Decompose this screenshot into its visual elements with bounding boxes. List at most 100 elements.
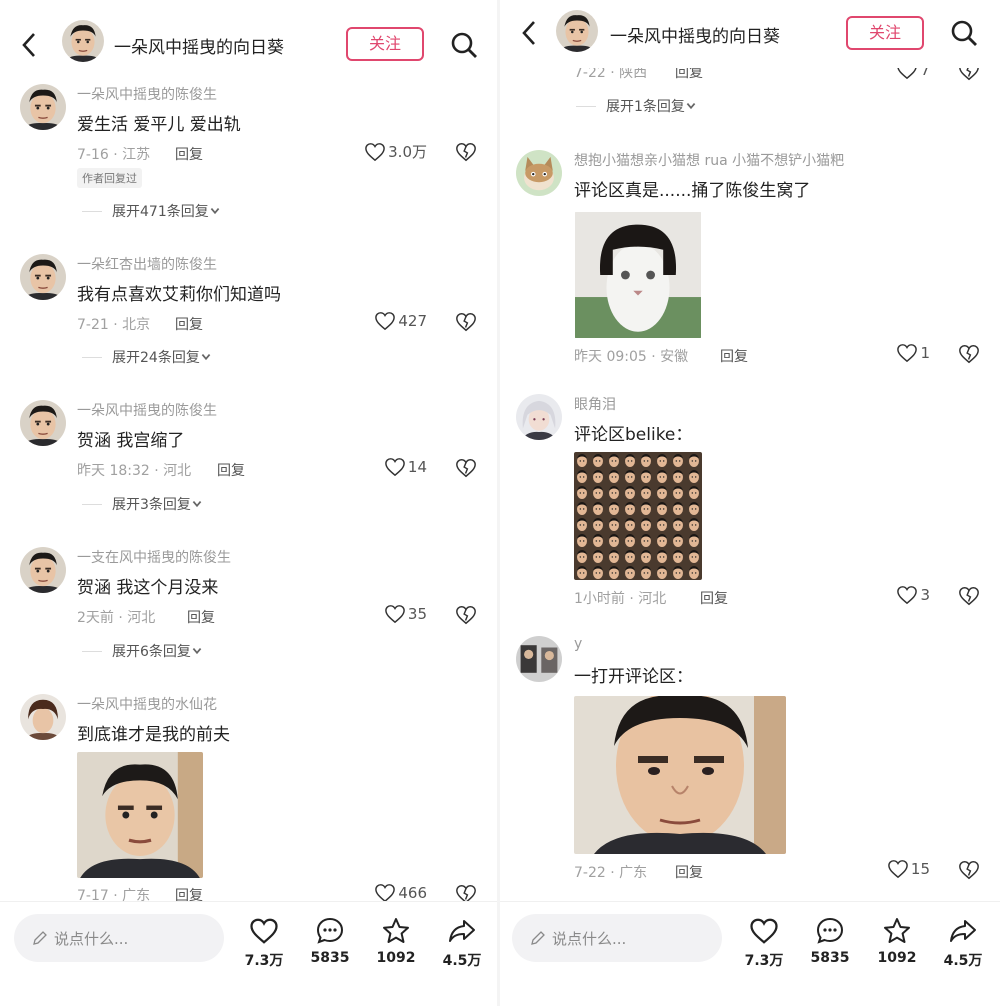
commenter-avatar[interactable]	[20, 694, 66, 740]
commenter-avatar[interactable]	[20, 547, 66, 593]
like-button[interactable]: 3.0万	[364, 141, 427, 162]
comment-text: 我有点喜欢艾莉你们知道吗	[77, 285, 281, 305]
comment-input-placeholder: 说点什么...	[552, 929, 627, 948]
expand-replies-label: 展开6条回复	[112, 644, 191, 660]
like-button[interactable]: 466	[374, 883, 427, 903]
author-name[interactable]: 一朵风中摇曳的向日葵	[114, 33, 284, 58]
commenter-name[interactable]: 眼角泪	[574, 394, 616, 414]
reply-button[interactable]: 回复	[720, 346, 748, 366]
like-button[interactable]: 35	[384, 604, 427, 624]
commenter-name[interactable]: 一朵风中摇曳的水仙花	[77, 694, 217, 714]
comment-image[interactable]	[574, 212, 702, 338]
dislike-icon[interactable]	[455, 457, 477, 479]
share-total: 4.5万	[943, 953, 983, 969]
like-action[interactable]: 7.3万	[234, 916, 294, 970]
comment-input[interactable]: 说点什么...	[14, 914, 224, 962]
commenter-name[interactable]: 一朵风中摇曳的陈俊生	[77, 84, 217, 104]
comment-total: 5835	[810, 950, 850, 966]
dislike-icon[interactable]	[455, 604, 477, 626]
commenter-name[interactable]: y	[574, 636, 582, 652]
comment-bubble-icon	[816, 917, 844, 944]
comment-bubble-icon	[316, 917, 344, 944]
author-name[interactable]: 一朵风中摇曳的向日葵	[610, 22, 780, 47]
comment-text: 爱生活 爱平儿 爱出轨	[77, 115, 241, 135]
expand-line	[82, 503, 102, 505]
like-button[interactable]: 14	[384, 457, 427, 477]
reply-button[interactable]: 回复	[187, 607, 215, 627]
heart-icon	[364, 142, 386, 162]
like-button[interactable]: 1	[896, 343, 930, 363]
like-button[interactable]: 427	[374, 311, 427, 331]
comment-image[interactable]	[574, 696, 786, 854]
search-icon[interactable]	[950, 18, 978, 48]
comment-input-placeholder: 说点什么...	[54, 929, 129, 948]
comment-action[interactable]: 5835	[800, 916, 860, 966]
share-action[interactable]: 4.5万	[933, 916, 993, 970]
reply-button[interactable]: 回复	[675, 862, 703, 882]
heart-icon	[250, 918, 278, 944]
reply-button[interactable]: 回复	[217, 460, 245, 480]
expand-replies-button[interactable]: 展开1条回复	[576, 96, 697, 116]
comment-date: 昨天 09:05 · 安徽	[574, 349, 689, 365]
bottom-bar: 说点什么... 7.3万 5835 1092 4.5万	[0, 901, 497, 1006]
expand-replies-button[interactable]: 展开6条回复	[82, 641, 203, 661]
expand-line	[576, 105, 596, 107]
author-avatar[interactable]	[556, 10, 598, 52]
commenter-name[interactable]: 一朵红杏出墙的陈俊生	[77, 254, 217, 274]
follow-button[interactable]: 关注	[846, 16, 924, 50]
dislike-icon[interactable]	[958, 585, 980, 607]
expand-line	[82, 210, 102, 212]
back-arrow-icon[interactable]	[18, 30, 40, 60]
heart-icon	[896, 585, 918, 605]
follow-button[interactable]: 关注	[346, 27, 424, 61]
commenter-name[interactable]: 想抱小猫想亲小猫想 rua 小猫不想铲小猫粑	[574, 150, 844, 170]
reply-button[interactable]: 回复	[175, 144, 203, 164]
commenter-avatar[interactable]	[516, 394, 562, 440]
author-avatar[interactable]	[62, 20, 104, 62]
commenter-avatar[interactable]	[516, 150, 562, 196]
right-screen: 7-22 · 陕西 回复 7 展开1条回复 一朵风中摇曳的向日葵 关注 想抱小猫…	[500, 0, 1000, 1006]
heart-icon	[374, 311, 396, 331]
like-count: 466	[398, 884, 427, 902]
reply-button[interactable]: 回复	[700, 588, 728, 608]
header: 一朵风中摇曳的向日葵 关注	[0, 0, 497, 80]
like-action[interactable]: 7.3万	[734, 916, 794, 970]
reply-button[interactable]: 回复	[175, 314, 203, 334]
chevron-down-icon	[191, 498, 203, 510]
commenter-avatar[interactable]	[20, 84, 66, 130]
comment-image[interactable]	[574, 452, 702, 580]
chevron-down-icon	[200, 351, 212, 363]
commenter-name[interactable]: 一朵风中摇曳的陈俊生	[77, 400, 217, 420]
search-icon[interactable]	[450, 30, 478, 60]
left-screen: 一朵风中摇曳的向日葵 关注 一朵风中摇曳的陈俊生 爱生活 爱平儿 爱出轨 7-1…	[0, 0, 497, 1006]
like-button[interactable]: 3	[896, 585, 930, 605]
commenter-avatar[interactable]	[20, 400, 66, 446]
dislike-icon[interactable]	[958, 343, 980, 365]
commenter-avatar[interactable]	[516, 636, 562, 682]
expand-line	[82, 650, 102, 652]
share-total: 4.5万	[442, 953, 482, 969]
dislike-icon[interactable]	[455, 141, 477, 163]
like-count: 35	[407, 605, 427, 623]
comment-input[interactable]: 说点什么...	[512, 914, 722, 962]
dislike-icon[interactable]	[958, 859, 980, 881]
like-button[interactable]: 15	[887, 859, 930, 879]
heart-icon	[384, 604, 406, 624]
expand-replies-button[interactable]: 展开24条回复	[82, 347, 212, 367]
expand-line	[82, 356, 102, 358]
comment-action[interactable]: 5835	[300, 916, 360, 966]
expand-replies-button[interactable]: 展开471条回复	[82, 201, 221, 221]
comment-image[interactable]	[77, 752, 203, 878]
heart-icon	[384, 457, 406, 477]
share-action[interactable]: 4.5万	[432, 916, 492, 970]
expand-replies-button[interactable]: 展开3条回复	[82, 494, 203, 514]
like-total: 7.3万	[744, 953, 784, 969]
like-count: 3.0万	[388, 143, 427, 161]
commenter-name[interactable]: 一支在风中摇曳的陈俊生	[77, 547, 231, 567]
star-action[interactable]: 1092	[867, 916, 927, 966]
back-arrow-icon[interactable]	[518, 18, 540, 48]
commenter-avatar[interactable]	[20, 254, 66, 300]
bottom-bar: 说点什么... 7.3万 5835 1092 4.5万	[500, 901, 1000, 1006]
star-action[interactable]: 1092	[366, 916, 426, 966]
dislike-icon[interactable]	[455, 311, 477, 333]
